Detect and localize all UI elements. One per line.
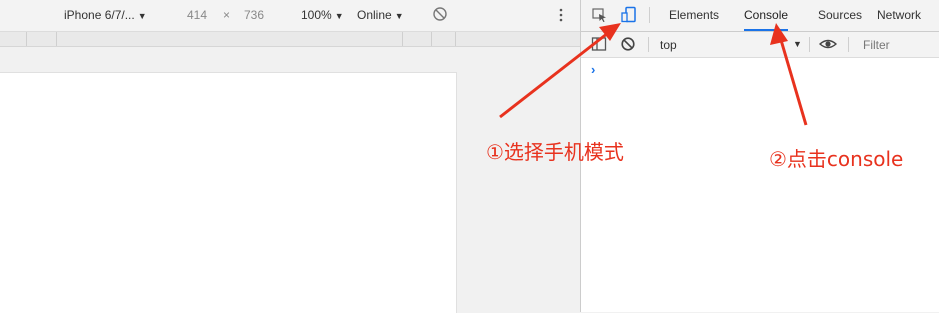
eye-icon bbox=[818, 39, 838, 49]
device-toolbar-toggle[interactable] bbox=[620, 6, 638, 24]
sidebar-icon bbox=[591, 37, 607, 51]
console-toolbar: top ▼ bbox=[581, 32, 939, 58]
chevron-down-icon: ▼ bbox=[793, 39, 802, 49]
clear-block-icon bbox=[621, 37, 635, 51]
network-select-label: Online bbox=[357, 8, 392, 22]
context-select[interactable]: top bbox=[660, 38, 677, 52]
more-options-button[interactable] bbox=[556, 6, 566, 24]
filter-input[interactable] bbox=[859, 36, 939, 53]
annotation-step1: ①选择手机模式 bbox=[486, 140, 624, 164]
chevron-down-icon: ▼ bbox=[334, 11, 344, 21]
dimension-times: × bbox=[223, 8, 231, 22]
show-sidebar-button[interactable] bbox=[591, 36, 607, 52]
kebab-menu-icon bbox=[559, 8, 563, 22]
tab-elements[interactable]: Elements bbox=[669, 0, 719, 31]
height-input[interactable]: 736 bbox=[244, 8, 264, 22]
rotate-device-button[interactable] bbox=[431, 5, 449, 23]
live-expression-button[interactable] bbox=[818, 36, 838, 52]
device-mode-icon bbox=[621, 6, 636, 23]
tab-console[interactable]: Console bbox=[744, 0, 789, 31]
console-prompt-icon[interactable]: › bbox=[591, 62, 595, 77]
device-viewport[interactable] bbox=[0, 72, 457, 313]
zoom-select[interactable]: 100% ▼ bbox=[301, 8, 344, 22]
media-query-ruler[interactable] bbox=[0, 32, 580, 47]
inspect-element-button[interactable] bbox=[591, 6, 609, 24]
tab-sources[interactable]: Sources bbox=[818, 0, 862, 31]
device-select[interactable]: iPhone 6/7/... ▼ bbox=[64, 8, 147, 22]
clear-console-button[interactable] bbox=[620, 36, 636, 52]
zoom-select-label: 100% bbox=[301, 8, 332, 22]
chevron-down-icon: ▼ bbox=[137, 11, 147, 21]
width-input[interactable]: 414 bbox=[187, 8, 207, 22]
tab-network[interactable]: Network bbox=[877, 0, 921, 31]
device-select-label: iPhone 6/7/... bbox=[64, 8, 135, 22]
chevron-down-icon: ▼ bbox=[394, 11, 404, 21]
network-select[interactable]: Online ▼ bbox=[357, 8, 404, 22]
inspect-cursor-icon bbox=[592, 8, 606, 23]
annotation-step2: ②点击console bbox=[769, 147, 904, 171]
devtools-tabbar: Elements Console Sources Network bbox=[581, 0, 939, 32]
block-rotate-icon bbox=[433, 7, 447, 21]
device-toolbar: iPhone 6/7/... ▼ 414 × 736 100% ▼ Online ▼ bbox=[0, 0, 580, 32]
